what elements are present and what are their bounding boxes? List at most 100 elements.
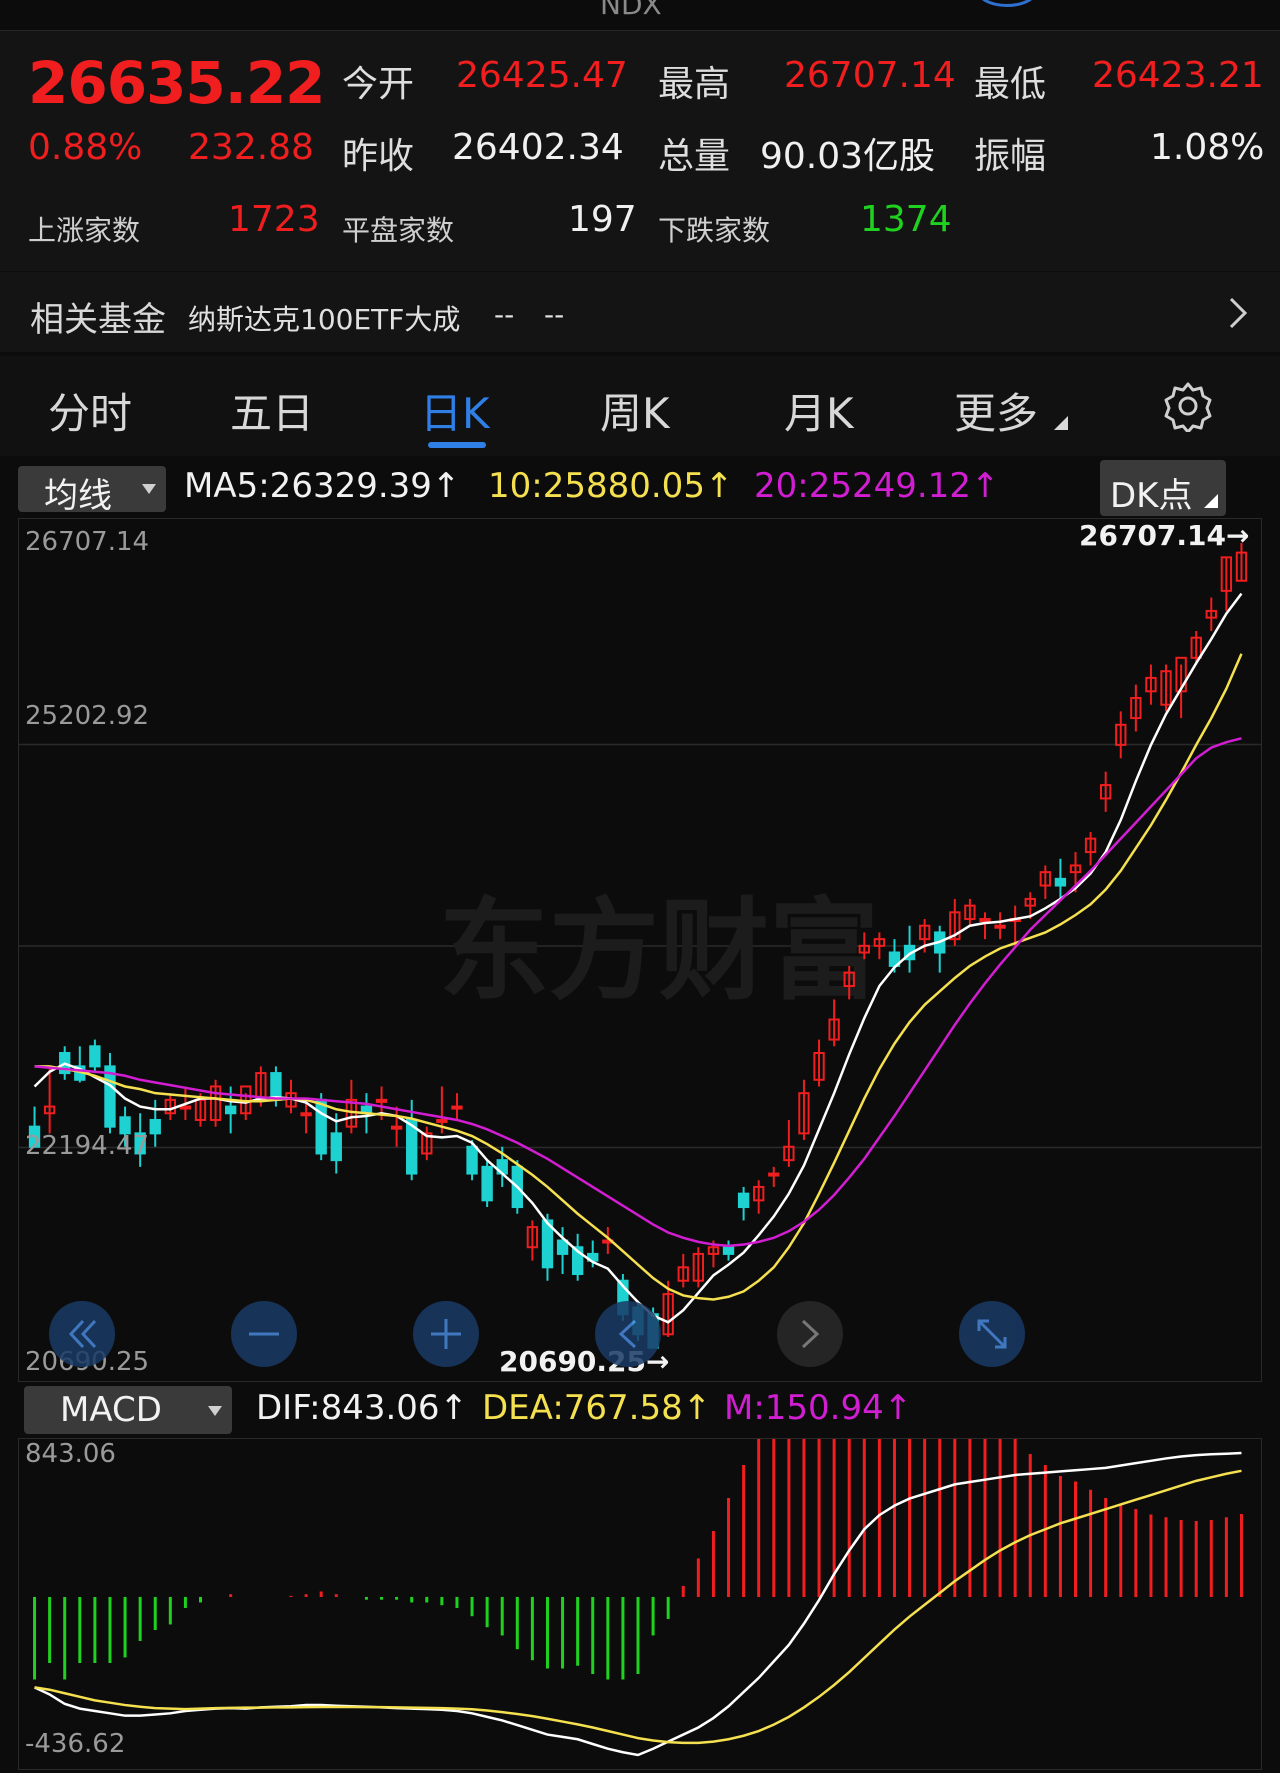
kline-chart: 东方财富 [19, 543, 1261, 1350]
period-tabs: 分时 五日 日K 周K 月K 更多 [0, 356, 1280, 456]
candle-body [994, 924, 1006, 929]
max-price-marker: 26707.14→ [1079, 519, 1250, 552]
candle-body [979, 918, 991, 923]
candle-body [466, 1145, 478, 1175]
kline-chart-panel[interactable]: 东方财富 26707.14 25202.92 22194.47 20690.25… [18, 518, 1262, 1382]
indicator-selector[interactable]: 均线 [18, 466, 166, 516]
candle-body [270, 1072, 282, 1101]
zoom-in-button[interactable] [413, 1301, 479, 1367]
related-fund-name: 纳斯达克100ETF大成 [188, 303, 461, 336]
plus-icon [431, 1319, 461, 1349]
dif-readout: DIF:843.06↑ [256, 1388, 469, 1428]
candle-body [179, 1105, 192, 1110]
macd-selector-label: MACD [60, 1390, 162, 1430]
y-tick-3: 22194.47 [25, 1131, 150, 1161]
dea-readout: DEA:767.58↑ [482, 1388, 712, 1428]
candle-body [104, 1065, 116, 1128]
scroll-right-button[interactable] [777, 1301, 843, 1367]
candle-body [556, 1239, 569, 1255]
flat-count-label: 平盘家数 [342, 214, 455, 247]
quote-panel: 26635.22 0.88% 232.88 上涨家数 1723 今开 26425… [0, 30, 1280, 271]
up-count: 1723 [228, 199, 320, 240]
tab-daily-k[interactable]: 日K [420, 380, 490, 441]
tab-weekly-k[interactable]: 周K [600, 380, 670, 441]
change-amount: 232.88 [188, 127, 314, 168]
watermark: 东方财富 [439, 887, 879, 1015]
double-chevron-left-icon [68, 1319, 97, 1349]
active-tab-indicator [428, 442, 486, 448]
low-value: 26423.21 [1092, 55, 1264, 96]
ma20-readout: 20:25249.12↑ [754, 466, 1000, 506]
search-icon[interactable] [975, 0, 1039, 7]
volume-label: 总量 [658, 136, 731, 177]
expand-icon [977, 1319, 1007, 1349]
last-price: 26635.22 [28, 49, 326, 117]
candle-body [224, 1105, 237, 1115]
prev-close-value: 26402.34 [452, 127, 624, 168]
related-fund-label: 相关基金 [30, 300, 166, 340]
tab-more[interactable]: 更多 [954, 380, 1038, 441]
candle-body [436, 1118, 448, 1123]
macd-selector[interactable]: MACD [24, 1386, 232, 1434]
chevron-left-icon [618, 1319, 637, 1349]
dk-point-button[interactable]: DK点 [1100, 460, 1226, 516]
ma10-readout: 10:25880.05↑ [488, 466, 734, 506]
macd-chart [33, 1244, 1243, 1757]
candle-body [722, 1246, 735, 1255]
chevron-right-icon [1229, 297, 1248, 329]
candle-body [300, 1112, 312, 1117]
related-fund-value-2: -- [544, 298, 565, 331]
indicator-selector-label: 均线 [44, 476, 112, 516]
prev-close-label: 昨收 [342, 136, 415, 177]
candle-body [375, 1098, 388, 1103]
flat-count: 197 [568, 199, 637, 240]
down-count: 1374 [860, 199, 952, 240]
amplitude-label: 振幅 [974, 136, 1047, 177]
macd-chart-panel[interactable]: 843.06 -436.62 [18, 1244, 1262, 1770]
up-count-label: 上涨家数 [28, 214, 141, 247]
candle-body [390, 1125, 403, 1130]
caret-icon [1204, 494, 1218, 508]
down-count-label: 下跌家数 [658, 214, 771, 247]
top-strip: NDX [0, 0, 1280, 30]
tab-five-day[interactable]: 五日 [230, 380, 314, 441]
gear-icon[interactable] [1162, 380, 1214, 432]
high-value: 26707.14 [784, 55, 956, 96]
candle-body [481, 1165, 493, 1202]
candle-body [149, 1118, 161, 1135]
dropdown-arrow-icon [208, 1406, 222, 1416]
candle-body [737, 1192, 750, 1209]
macd-y-tick-bottom: -436.62 [25, 1729, 126, 1759]
chevron-right-icon [801, 1319, 820, 1349]
macd-y-tick-top: 843.06 [25, 1439, 116, 1469]
tab-monthly-k[interactable]: 月K [784, 380, 854, 441]
related-fund-value-1: -- [494, 298, 515, 331]
dk-point-label: DK点 [1110, 476, 1193, 516]
candle-body [768, 1172, 780, 1177]
related-fund-row[interactable]: 相关基金 纳斯达克100ETF大成 -- -- [0, 272, 1280, 352]
scroll-left-button[interactable] [595, 1301, 661, 1367]
y-tick-top: 26707.14 [25, 527, 150, 557]
candle-body [1054, 877, 1067, 887]
dropdown-arrow-icon [142, 484, 156, 494]
open-value: 26425.47 [456, 55, 628, 96]
fullscreen-button[interactable] [959, 1301, 1025, 1367]
candle-body [315, 1098, 327, 1155]
caret-icon [1054, 416, 1068, 430]
symbol-title: NDX [600, 0, 662, 21]
open-label: 今开 [342, 64, 415, 105]
m-readout: M:150.94↑ [724, 1388, 913, 1428]
y-tick-2: 25202.92 [25, 701, 150, 731]
zoom-out-button[interactable] [231, 1301, 297, 1367]
candle-body [451, 1105, 463, 1110]
ma5-readout: MA5:26329.39↑ [184, 466, 461, 506]
volume-value: 90.03亿股 [760, 136, 936, 177]
candle-body [330, 1132, 342, 1162]
scroll-left-fast-button[interactable] [49, 1301, 115, 1367]
minus-icon [249, 1332, 279, 1336]
tab-intraday[interactable]: 分时 [48, 380, 132, 441]
candle-body [89, 1045, 101, 1068]
low-label: 最低 [974, 64, 1047, 105]
amplitude-value: 1.08% [1150, 127, 1265, 168]
high-label: 最高 [658, 64, 731, 105]
